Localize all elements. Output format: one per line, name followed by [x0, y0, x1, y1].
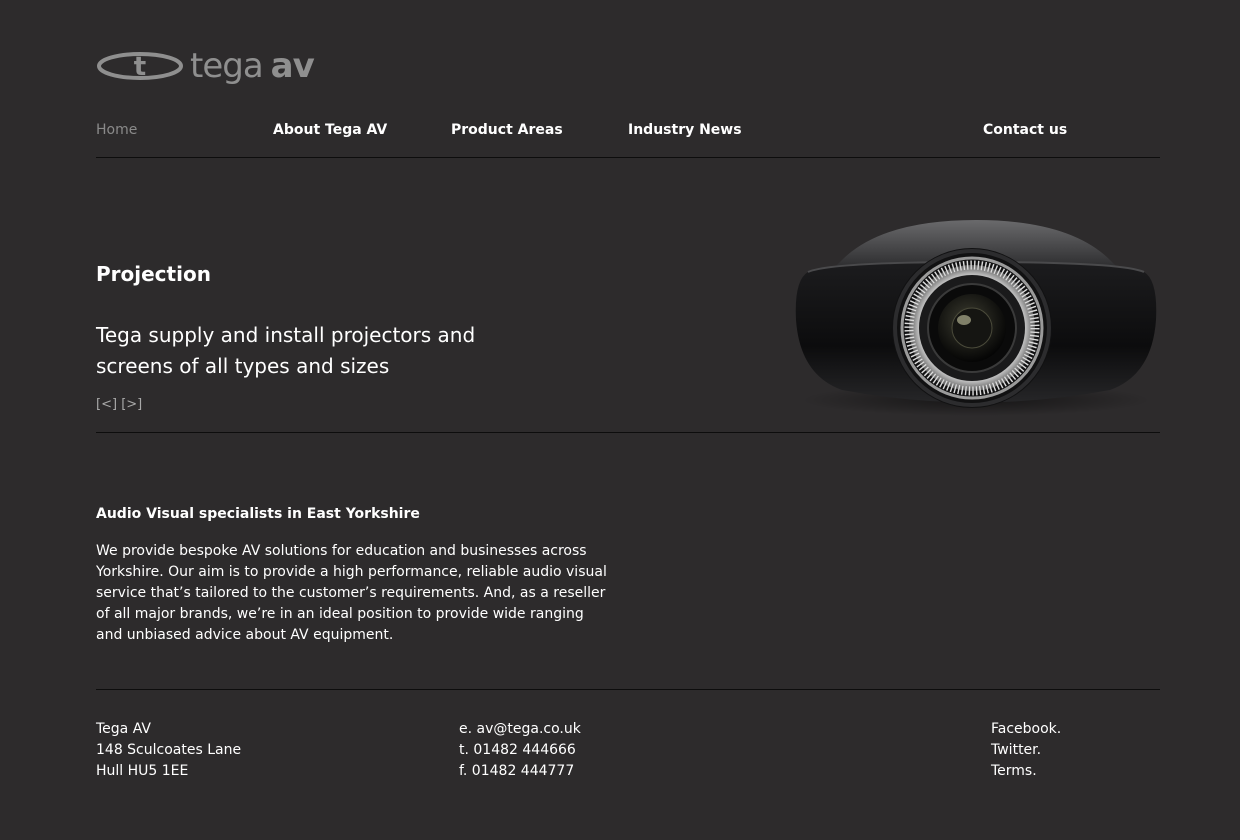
footer-street: 148 Sculcoates Lane — [96, 742, 242, 758]
footer-phone[interactable]: t. 01482 444666 — [459, 740, 581, 761]
main-nav: Home About Tega AV Product Areas Industr… — [96, 122, 1160, 142]
tega-logo-icon: t — [97, 52, 183, 81]
nav-about[interactable]: About Tega AV — [273, 122, 387, 138]
logo-word-tega: tega — [190, 46, 264, 86]
footer-company: Tega AV — [96, 721, 151, 737]
hero-text: Tega supply and install projectors and s… — [96, 323, 476, 378]
nav-industry-news[interactable]: Industry News — [628, 122, 742, 138]
hero-title: Projection — [96, 262, 211, 286]
footer-city: Hull HU5 1EE — [96, 763, 189, 779]
nav-product-areas[interactable]: Product Areas — [451, 122, 563, 138]
footer-address: Tega AV 148 Sculcoates Lane Hull HU5 1EE — [96, 719, 241, 782]
footer-contact: e. av@tega.co.uk t. 01482 444666 f. 0148… — [459, 719, 581, 782]
svg-text:t: t — [134, 52, 146, 81]
footer-link-twitter[interactable]: Twitter. — [991, 740, 1061, 761]
about-body: We provide bespoke AV solutions for educ… — [96, 543, 607, 643]
logo-word-av: av — [270, 46, 315, 86]
footer-fax: f. 01482 444777 — [459, 763, 575, 779]
hero-divider — [96, 432, 1160, 433]
footer-link-facebook[interactable]: Facebook. — [991, 719, 1061, 740]
slider-next-button[interactable]: [>] — [121, 397, 142, 412]
footer-email[interactable]: e. av@tega.co.uk — [459, 719, 581, 740]
nav-contact[interactable]: Contact us — [983, 122, 1067, 138]
page: t tega av Home About Tega AV Product Area… — [0, 0, 1240, 840]
footer-link-terms[interactable]: Terms. — [991, 761, 1061, 782]
footer-links: Facebook. Twitter. Terms. — [991, 719, 1061, 782]
footer-divider — [96, 689, 1160, 690]
about-title: Audio Visual specialists in East Yorkshi… — [96, 506, 420, 522]
slider-controls: [<] [>] — [96, 397, 142, 412]
slider-prev-button[interactable]: [<] — [96, 397, 117, 412]
projector-image — [795, 220, 1157, 416]
site-logo[interactable]: t tega av — [96, 46, 315, 86]
nav-divider — [96, 157, 1160, 158]
nav-home[interactable]: Home — [96, 122, 137, 138]
logo-wordmark: tega av — [190, 46, 315, 86]
